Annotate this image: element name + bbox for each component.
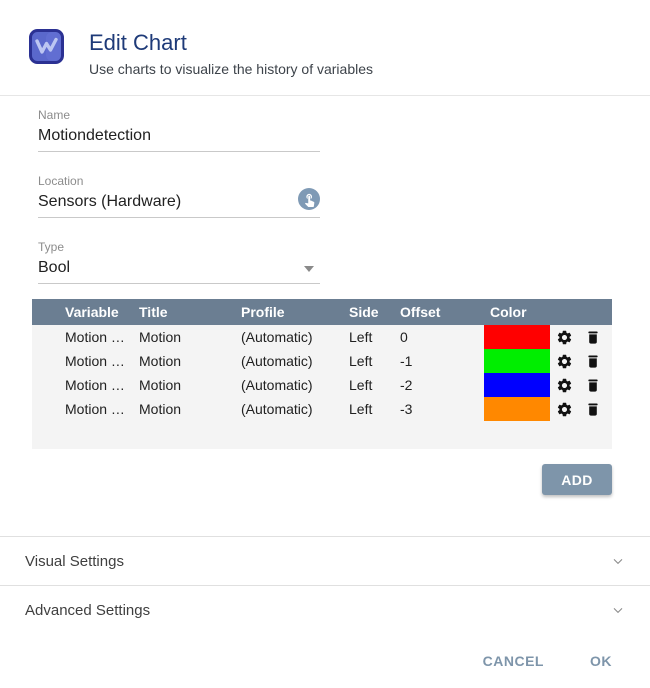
cell-variable: Motion … <box>65 329 139 345</box>
section-label: Advanced Settings <box>25 602 150 619</box>
add-row: ADD <box>0 464 612 495</box>
col-title: Title <box>139 304 241 320</box>
col-side: Side <box>349 304 400 320</box>
name-field: Name Motiondetection <box>38 108 320 152</box>
cell-profile: (Automatic) <box>241 353 349 369</box>
add-button[interactable]: ADD <box>542 464 612 495</box>
cell-variable: Motion … <box>65 377 139 393</box>
ok-button[interactable]: OK <box>582 645 620 677</box>
cell-variable: Motion … <box>65 353 139 369</box>
color-swatch[interactable] <box>484 349 550 373</box>
cell-offset: -1 <box>400 353 484 369</box>
color-swatch[interactable] <box>484 325 550 349</box>
type-select[interactable]: Bool <box>38 259 320 284</box>
dialog-subtitle: Use charts to visualize the history of v… <box>89 61 373 77</box>
row-actions <box>556 353 601 370</box>
section-visual-settings[interactable]: Visual Settings <box>0 536 650 585</box>
table-row: Motion … Motion (Automatic) Left -3 <box>32 397 612 421</box>
cell-profile: (Automatic) <box>241 377 349 393</box>
cancel-button[interactable]: CANCEL <box>475 645 552 677</box>
cell-side: Left <box>349 353 400 369</box>
cell-offset: 0 <box>400 329 484 345</box>
section-label: Visual Settings <box>25 553 124 570</box>
spacer <box>0 495 650 536</box>
settings-gear-icon[interactable] <box>556 401 573 418</box>
cell-profile: (Automatic) <box>241 401 349 417</box>
cell-side: Left <box>349 401 400 417</box>
col-profile: Profile <box>241 304 349 320</box>
trash-icon[interactable] <box>585 353 601 370</box>
cell-title: Motion <box>139 329 241 345</box>
row-actions <box>556 401 601 418</box>
settings-gear-icon[interactable] <box>556 329 573 346</box>
chevron-down-icon[interactable] <box>610 602 626 618</box>
type-label: Type <box>38 240 320 254</box>
type-field: Type Bool <box>38 240 320 284</box>
cell-title: Motion <box>139 353 241 369</box>
name-label: Name <box>38 108 320 122</box>
col-color: Color <box>484 304 527 320</box>
trash-icon[interactable] <box>585 329 601 346</box>
cell-variable: Motion … <box>65 401 139 417</box>
dialog-header: Edit Chart Use charts to visualize the h… <box>0 0 650 96</box>
col-variable: Variable <box>65 304 139 320</box>
cell-profile: (Automatic) <box>241 329 349 345</box>
location-field: Location Sensors (Hardware) <box>38 174 320 218</box>
color-swatch[interactable] <box>484 373 550 397</box>
dialog-footer: CANCEL OK <box>0 634 650 688</box>
settings-gear-icon[interactable] <box>556 353 573 370</box>
cell-title: Motion <box>139 401 241 417</box>
dialog-title: Edit Chart <box>89 31 373 54</box>
cell-side: Left <box>349 329 400 345</box>
section-advanced-settings[interactable]: Advanced Settings <box>0 585 650 634</box>
trash-icon[interactable] <box>585 401 601 418</box>
name-input[interactable]: Motiondetection <box>38 127 320 152</box>
header-text: Edit Chart Use charts to visualize the h… <box>89 29 373 95</box>
cell-offset: -2 <box>400 377 484 393</box>
chevron-down-icon[interactable] <box>304 266 314 272</box>
touch-picker-icon[interactable] <box>298 188 320 210</box>
table-row: Motion … Motion (Automatic) Left 0 <box>32 325 612 349</box>
location-input[interactable]: Sensors (Hardware) <box>38 193 320 218</box>
chevron-down-icon[interactable] <box>610 553 626 569</box>
trash-icon[interactable] <box>585 377 601 394</box>
cell-side: Left <box>349 377 400 393</box>
table-header-row: Variable Title Profile Side Offset Color <box>32 299 612 325</box>
table-row: Motion … Motion (Automatic) Left -2 <box>32 373 612 397</box>
table-body: Motion … Motion (Automatic) Left 0 Motio… <box>32 325 612 449</box>
edit-chart-dialog: Edit Chart Use charts to visualize the h… <box>0 0 650 688</box>
settings-gear-icon[interactable] <box>556 377 573 394</box>
cell-offset: -3 <box>400 401 484 417</box>
cell-title: Motion <box>139 377 241 393</box>
col-offset: Offset <box>400 304 484 320</box>
table-row: Motion … Motion (Automatic) Left -1 <box>32 349 612 373</box>
location-label: Location <box>38 174 320 188</box>
chart-line-icon <box>29 29 64 64</box>
row-actions <box>556 329 601 346</box>
row-actions <box>556 377 601 394</box>
color-swatch[interactable] <box>484 397 550 421</box>
variables-table: Variable Title Profile Side Offset Color… <box>32 299 612 449</box>
